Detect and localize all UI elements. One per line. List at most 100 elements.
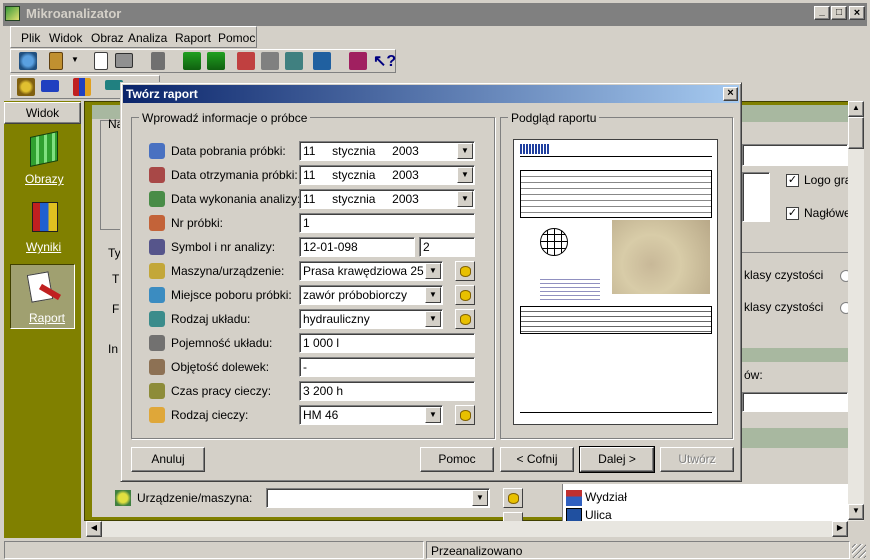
database-icon [460, 266, 471, 277]
date-picker[interactable]: 11 stycznia 2003 ▼ [299, 165, 475, 185]
chevron-down-icon[interactable]: ▼ [425, 311, 441, 327]
analyze-icon[interactable] [237, 52, 255, 70]
sidebar-item-raport[interactable]: Raport [10, 264, 75, 329]
analysis-number-input[interactable]: 2 [419, 237, 475, 257]
field-value: 11 stycznia 2003 [303, 144, 419, 158]
chevron-down-icon[interactable]: ▼ [425, 263, 441, 279]
create-button[interactable]: Utwórz [660, 447, 734, 472]
header-checkbox[interactable]: ✓ [786, 207, 799, 220]
horizontal-scrollbar[interactable] [86, 521, 848, 537]
context-help-icon[interactable]: ↖? [373, 51, 396, 71]
scroll-right-button[interactable]: ▶ [832, 521, 848, 537]
dialog-title: Twórz raport [126, 87, 198, 101]
working-time-icon [149, 383, 165, 399]
next-button[interactable]: Dalej > [579, 446, 655, 473]
tree-item-ulica[interactable]: Ulica [585, 508, 612, 522]
help-button[interactable]: Pomoc [420, 447, 494, 472]
database-button[interactable] [455, 405, 475, 425]
library-icon[interactable] [73, 78, 91, 96]
title-bar [0, 0, 870, 26]
database-button[interactable] [455, 285, 475, 305]
combo-select[interactable]: HM 46 ▼ [299, 405, 443, 425]
bg-label-in: In [108, 342, 119, 356]
menu-pomoc[interactable]: Pomoc [218, 31, 255, 45]
combo-select[interactable]: hydrauliczny ▼ [299, 309, 443, 329]
vertical-scrollbar[interactable] [848, 101, 864, 521]
database-button[interactable] [455, 309, 475, 329]
bg-right-header [742, 108, 848, 122]
tree-item-wydzial[interactable]: Wydział [585, 490, 627, 504]
menu-obraz[interactable]: Obraz [91, 31, 124, 45]
globe-icon[interactable] [19, 52, 37, 70]
settings-icon[interactable] [17, 78, 35, 96]
chevron-down-icon[interactable]: ▼ [425, 287, 441, 303]
resize-grip-icon[interactable] [852, 544, 866, 558]
logo-checkbox[interactable]: ✓ [786, 174, 799, 187]
department-icon [566, 490, 582, 506]
menu-plik[interactable]: Plik [21, 31, 40, 45]
text-input[interactable]: 1 000 l [299, 333, 475, 353]
open-folder-icon[interactable] [49, 52, 63, 70]
back-button[interactable]: < Cofnij [500, 447, 574, 472]
monitor-icon[interactable] [313, 52, 331, 70]
capture-image-icon[interactable] [183, 52, 201, 70]
save-image-icon[interactable] [207, 52, 225, 70]
field-value: 11 stycznia 2003 [303, 168, 419, 182]
capacity-icon [149, 335, 165, 351]
chevron-down-icon[interactable]: ▼ [472, 490, 488, 506]
combo-select[interactable]: Prasa krawędziowa 25 k ▼ [299, 261, 443, 281]
minimize-button[interactable]: _ [814, 6, 830, 20]
database-button[interactable] [455, 261, 475, 281]
chevron-down-icon[interactable]: ▼ [457, 191, 473, 207]
status-pane-main: Przeanalizowano [426, 541, 850, 559]
preview-footer-line [520, 412, 712, 413]
chevron-down-icon[interactable]: ▼ [71, 55, 79, 64]
microscope-icon[interactable] [151, 52, 165, 70]
scroll-down-button[interactable]: ▼ [848, 504, 864, 520]
ow-input[interactable] [742, 392, 848, 412]
sidebar-item-label: Wyniki [26, 240, 62, 254]
measure-icon[interactable] [261, 52, 279, 70]
report-preview [513, 139, 718, 425]
help-book-icon[interactable] [349, 52, 367, 70]
sidebar-item-label: Raport [29, 311, 66, 325]
menu-raport[interactable]: Raport [175, 31, 211, 45]
date-picker[interactable]: 11 stycznia 2003 ▼ [299, 141, 475, 161]
bg-right-header-2 [742, 348, 848, 362]
close-button[interactable]: × [849, 6, 865, 20]
sidebar-item-obrazy[interactable]: Obrazy [10, 131, 75, 192]
print-icon[interactable] [115, 53, 133, 68]
chevron-down-icon[interactable]: ▼ [457, 143, 473, 159]
preview-header-line [520, 156, 712, 157]
scroll-thumb[interactable] [848, 117, 864, 149]
klasy-label-1: klasy czystości [744, 268, 824, 282]
text-input[interactable]: - [299, 357, 475, 377]
topup-volume-icon [149, 359, 165, 375]
results-icon [32, 202, 58, 232]
arrow-icon[interactable] [41, 80, 59, 92]
scroll-left-button[interactable]: ◀ [86, 521, 102, 537]
analysis-symbol-input[interactable]: 12-01-098 [299, 237, 415, 257]
text-input[interactable]: 3 200 h [299, 381, 475, 401]
maximize-button[interactable]: □ [831, 6, 847, 20]
calibrate-icon[interactable] [285, 52, 303, 70]
print-preview-icon[interactable] [94, 52, 108, 70]
device-database-button[interactable] [503, 488, 523, 508]
cancel-button[interactable]: Anuluj [131, 447, 205, 472]
bg-label-t: T [112, 272, 120, 286]
chevron-down-icon[interactable]: ▼ [457, 167, 473, 183]
menu-widok[interactable]: Widok [49, 31, 82, 45]
text-input[interactable]: 1 [299, 213, 475, 233]
sidebar-header[interactable]: Widok [4, 102, 81, 124]
bg-right-field[interactable] [742, 144, 848, 166]
menu-analiza[interactable]: Analiza [128, 31, 167, 45]
scroll-up-button[interactable]: ▲ [848, 101, 864, 117]
date-picker[interactable]: 11 stycznia 2003 ▼ [299, 189, 475, 209]
bg-right-header-3 [742, 428, 848, 448]
device-select[interactable]: ▼ [266, 488, 490, 508]
dialog-close-button[interactable]: × [723, 87, 738, 101]
preview-group-title: Podgląd raportu [508, 111, 600, 125]
combo-select[interactable]: zawór próbobiorczy ▼ [299, 285, 443, 305]
chevron-down-icon[interactable]: ▼ [425, 407, 441, 423]
sidebar-item-wyniki[interactable]: Wyniki [10, 198, 75, 258]
